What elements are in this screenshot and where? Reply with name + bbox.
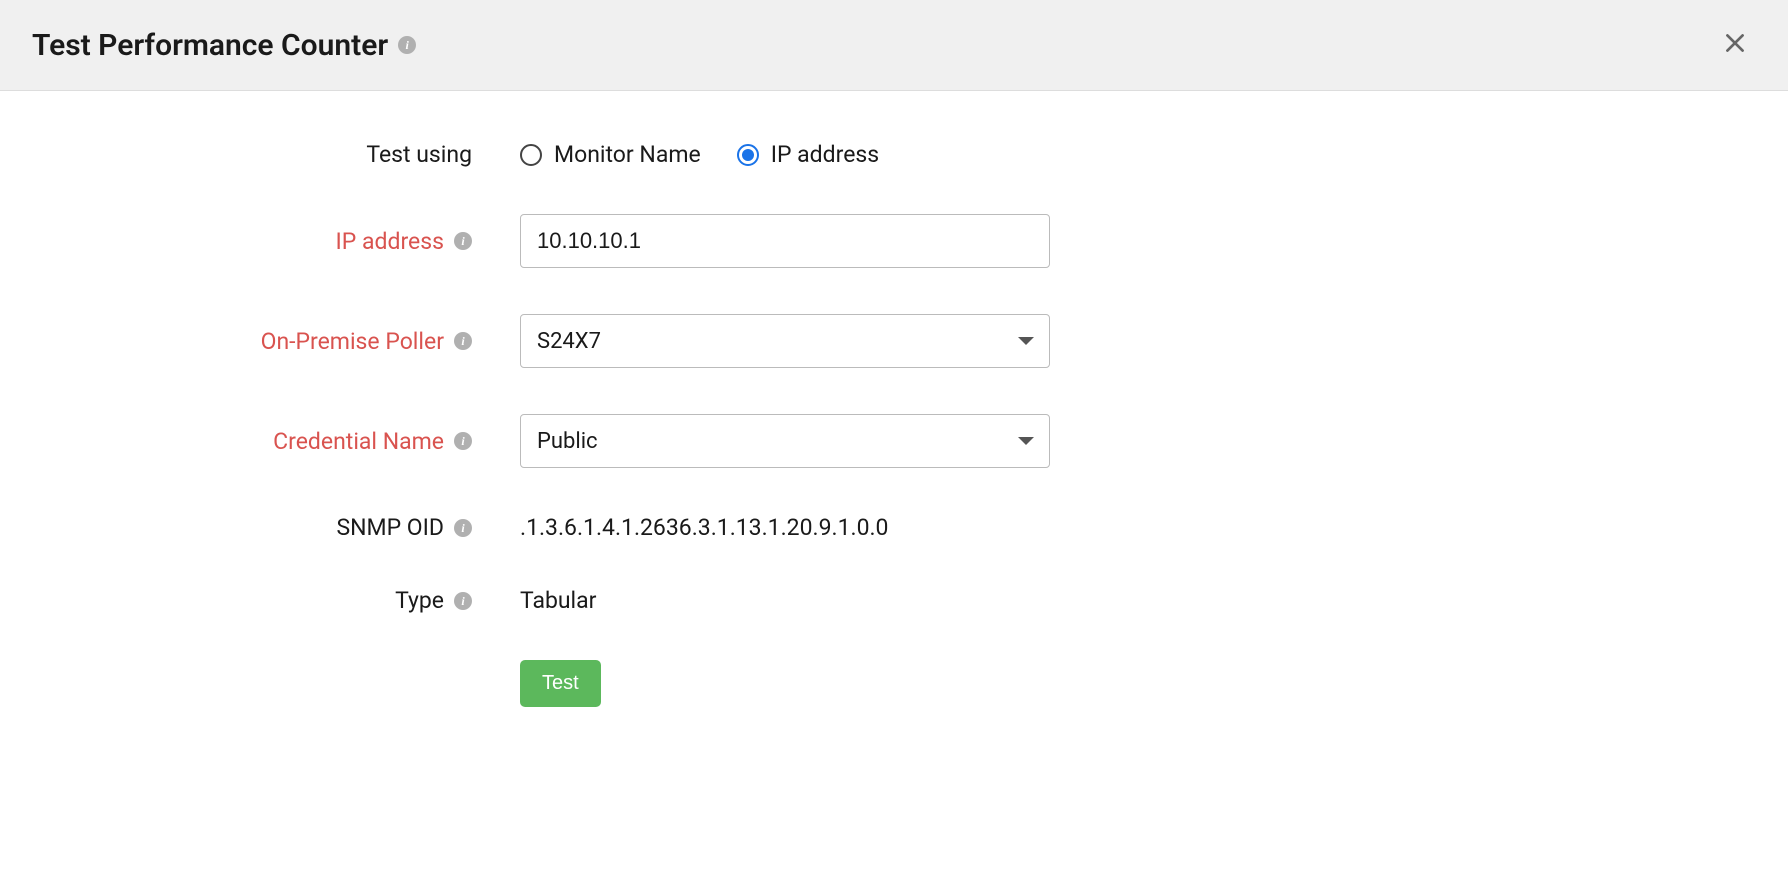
dialog-title: Test Performance Counter i	[32, 28, 416, 63]
label-snmp-oid: SNMP OID i	[40, 514, 520, 541]
dialog-title-text: Test Performance Counter	[32, 28, 388, 63]
row-poller: On-Premise Poller i S24X7	[40, 314, 1748, 368]
radio-monitor-name-label: Monitor Name	[554, 141, 701, 168]
credential-select-value: Public	[537, 429, 598, 454]
radio-circle-icon	[520, 144, 542, 166]
radio-ip-address[interactable]: IP address	[737, 141, 879, 168]
form-container: Test using Monitor Name IP address IP ad…	[0, 91, 1788, 793]
chevron-down-icon	[1018, 337, 1034, 345]
info-icon[interactable]: i	[454, 592, 472, 610]
close-button[interactable]	[1714, 24, 1756, 66]
type-value: Tabular	[520, 587, 596, 614]
dialog-header: Test Performance Counter i	[0, 0, 1788, 91]
poller-select-value: S24X7	[537, 329, 601, 354]
label-test-using-text: Test using	[366, 141, 472, 168]
row-credential: Credential Name i Public	[40, 414, 1748, 468]
label-type: Type i	[40, 587, 520, 614]
poller-select-display: S24X7	[520, 314, 1050, 368]
info-icon[interactable]: i	[454, 519, 472, 537]
credential-select-display: Public	[520, 414, 1050, 468]
radio-ip-address-label: IP address	[771, 141, 879, 168]
credential-select[interactable]: Public	[520, 414, 1050, 468]
label-poller-text: On-Premise Poller	[261, 328, 444, 355]
label-snmp-oid-text: SNMP OID	[336, 514, 444, 541]
test-button[interactable]: Test	[520, 660, 601, 707]
label-test-using: Test using	[40, 141, 520, 168]
label-ip-address-text: IP address	[336, 228, 444, 255]
info-icon[interactable]: i	[454, 232, 472, 250]
row-test-button: Test	[40, 660, 1748, 707]
radio-dot-icon	[742, 149, 754, 161]
row-test-using: Test using Monitor Name IP address	[40, 141, 1748, 168]
poller-select[interactable]: S24X7	[520, 314, 1050, 368]
snmp-oid-wrap: .1.3.6.1.4.1.2636.3.1.13.1.20.9.1.0.0	[520, 514, 888, 541]
type-wrap: Tabular	[520, 587, 596, 614]
row-type: Type i Tabular	[40, 587, 1748, 614]
radio-group-test-using: Monitor Name IP address	[520, 141, 879, 168]
chevron-down-icon	[1018, 437, 1034, 445]
test-button-wrap: Test	[520, 660, 601, 707]
label-poller: On-Premise Poller i	[40, 328, 520, 355]
poller-wrap: S24X7	[520, 314, 1050, 368]
radio-circle-checked-icon	[737, 144, 759, 166]
credential-wrap: Public	[520, 414, 1050, 468]
label-credential: Credential Name i	[40, 428, 520, 455]
info-icon[interactable]: i	[454, 432, 472, 450]
radio-monitor-name[interactable]: Monitor Name	[520, 141, 701, 168]
label-ip-address: IP address i	[40, 228, 520, 255]
label-type-text: Type	[395, 587, 444, 614]
ip-address-wrap	[520, 214, 1050, 268]
label-credential-text: Credential Name	[273, 428, 444, 455]
row-ip-address: IP address i	[40, 214, 1748, 268]
row-snmp-oid: SNMP OID i .1.3.6.1.4.1.2636.3.1.13.1.20…	[40, 514, 1748, 541]
snmp-oid-value: .1.3.6.1.4.1.2636.3.1.13.1.20.9.1.0.0	[520, 514, 888, 541]
info-icon[interactable]: i	[398, 36, 416, 54]
ip-address-input[interactable]	[520, 214, 1050, 268]
info-icon[interactable]: i	[454, 332, 472, 350]
